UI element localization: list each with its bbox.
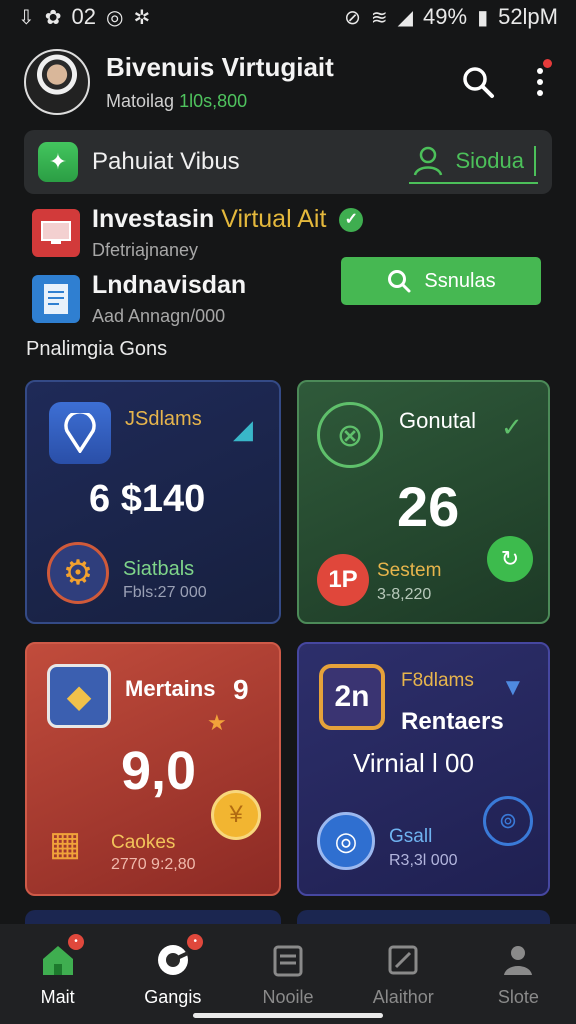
card-label: Mertains — [125, 676, 216, 701]
battery-percent: 49% — [423, 4, 468, 29]
card-icon-text: 2n — [319, 664, 385, 730]
card-title: Rentaers — [401, 708, 504, 735]
card-badge: 1P — [317, 554, 369, 606]
status-bar: ⇩ ✿ 02 ◎ ✲ ⊘ ≋ ◢ 49% ▮ 52lpM — [0, 0, 576, 34]
edit-icon — [388, 945, 418, 974]
action-button-label: Ssnulas — [424, 269, 496, 292]
profile-name: Bivenuis Virtugiait — [106, 52, 334, 82]
card-subtitle: R3,3l 000 — [389, 852, 458, 869]
avatar[interactable] — [24, 49, 90, 115]
leaf-icon: ✿ — [44, 5, 62, 29]
card-subtitle: Fbls:27 000 — [123, 584, 207, 601]
section-title: Pnalimgia Gons — [26, 338, 168, 360]
status-left-time: 02 — [71, 4, 97, 29]
list-item[interactable]: Investasin Virtual Ait ✓ Dfetriajnaney — [32, 205, 364, 261]
nav-label: Nooile — [262, 986, 314, 1007]
stat-card[interactable]: JSdlams ◢ 6 $140 ⚙ Siatbals Fbls:27 000 — [25, 380, 281, 624]
search-icon — [463, 67, 494, 98]
card-label-number: 9 — [233, 674, 249, 705]
stat-card[interactable]: ⊗ Gonutal ✓ 26 1P Sestem 3-8,220 ↻ — [297, 380, 550, 624]
status-clock: 52lpM — [498, 4, 558, 29]
list-item[interactable]: Lndnavisdan Aad Annagn/000 — [32, 271, 246, 327]
search-icon — [388, 270, 411, 293]
card-value: Virnial l 00 — [353, 748, 474, 778]
list-item-title-text: Investasin — [92, 205, 215, 233]
notification-badge: • — [68, 934, 84, 950]
profile-subtitle-value: 1l0s,800 — [179, 91, 248, 111]
nav-label: Gangis — [144, 986, 202, 1007]
nav-item-author[interactable]: Alaithor — [346, 924, 461, 1024]
card-title: Siatbals — [123, 558, 195, 580]
location-pin-icon — [49, 402, 111, 464]
nav-item-home[interactable]: • Mait — [0, 924, 115, 1024]
coins-icon: ◆ — [47, 664, 111, 728]
chart-up-icon: ◢ — [233, 414, 253, 444]
banner-user-button[interactable]: Siodua — [409, 140, 538, 184]
document-icon — [32, 275, 80, 323]
card-value: 6 $140 — [89, 478, 206, 520]
coin-icon: ¥ — [211, 790, 261, 840]
notification-badge: • — [187, 934, 204, 950]
nav-label: Slote — [497, 986, 539, 1007]
card-subtitle: 2770 9:2,80 — [111, 856, 196, 873]
card-label: F8dlams — [401, 670, 474, 691]
profile-subtitle-label: Matoilag — [106, 91, 175, 111]
mute-icon: ⊘ — [344, 5, 361, 29]
check-icon: ✓ — [501, 412, 523, 442]
target-icon: ⊗ — [317, 402, 383, 468]
folder-icon — [273, 945, 303, 976]
list-item-subtitle: Aad Annagn/000 — [92, 306, 226, 326]
battery-icon: ▮ — [477, 5, 489, 29]
star-icon: ★ — [207, 710, 227, 735]
nav-item-games[interactable]: • Gangis — [115, 924, 230, 1024]
globe-icon: ◎ — [317, 812, 375, 870]
gear-icon: ⚙ — [47, 542, 109, 604]
monitor-icon — [32, 209, 80, 257]
search-button[interactable] — [458, 62, 498, 102]
list-item-subtitle: Dfetriajnaney — [92, 240, 199, 260]
card-title: Caokes — [111, 832, 176, 853]
person-icon — [504, 945, 533, 975]
list-item-title-accent: Virtual Ait — [221, 205, 327, 233]
card-small-title: Gsall — [389, 826, 433, 847]
card-value: 9,0 — [121, 741, 197, 801]
wifi-icon: ≋ — [370, 5, 388, 29]
list-item-title: Lndnavisdan — [92, 271, 247, 299]
cart-icon: ▦ — [49, 825, 82, 863]
settings-icon: ✲ — [133, 5, 151, 29]
nav-item-profile[interactable]: Slote — [461, 924, 576, 1024]
check-icon: ✓ — [339, 208, 364, 233]
nav-label: Alaithor — [372, 986, 434, 1007]
card-label: Gonutal — [399, 408, 477, 433]
bottom-nav: • Mait • Gangis Nooile Alaithor Slote — [0, 924, 576, 1024]
search-action-button[interactable]: Ssnulas — [341, 257, 541, 305]
nav-label: Mait — [40, 986, 75, 1007]
signal-icon: ◢ — [397, 5, 414, 29]
user-icon — [414, 146, 443, 176]
banner-label: Pahuiat Vibus — [92, 148, 240, 175]
shield-icon: ✦ — [38, 142, 78, 182]
download-icon: ⇩ — [18, 5, 35, 29]
notification-dot — [543, 59, 552, 68]
fingerprint-icon: ⊚ — [483, 796, 533, 846]
list-item-title: Investasin Virtual Ait ✓ — [92, 205, 364, 234]
gamepad-icon — [157, 944, 189, 975]
virtual-banner[interactable]: ✦ Pahuiat Vibus Siodua — [24, 130, 552, 194]
card-value: 26 — [397, 475, 460, 538]
refresh-icon[interactable]: ↻ — [487, 536, 533, 582]
home-indicator[interactable] — [193, 1013, 383, 1018]
nav-item-mobile[interactable]: Nooile — [230, 924, 345, 1024]
more-options-button[interactable] — [528, 59, 552, 101]
profile-header: Bivenuis Virtugiait Matoilag 1l0s,800 — [24, 44, 552, 120]
card-label: JSdlams — [125, 408, 202, 430]
chevron-down-icon: ▼ — [501, 674, 525, 701]
target-icon: ◎ — [106, 5, 124, 29]
card-subtitle: 3-8,220 — [377, 586, 432, 603]
card-title: Sestem — [377, 560, 442, 581]
banner-button-label: Siodua — [455, 148, 524, 173]
stat-card[interactable]: 2n F8dlams ▼ Rentaers Virnial l 00 ◎ Gsa… — [297, 642, 550, 896]
profile-subtitle: Matoilag 1l0s,800 — [106, 91, 458, 112]
stat-card[interactable]: ◆ Mertains 9 ★ 9,0 ¥ ▦ Caokes 2770 9:2,8… — [25, 642, 281, 896]
